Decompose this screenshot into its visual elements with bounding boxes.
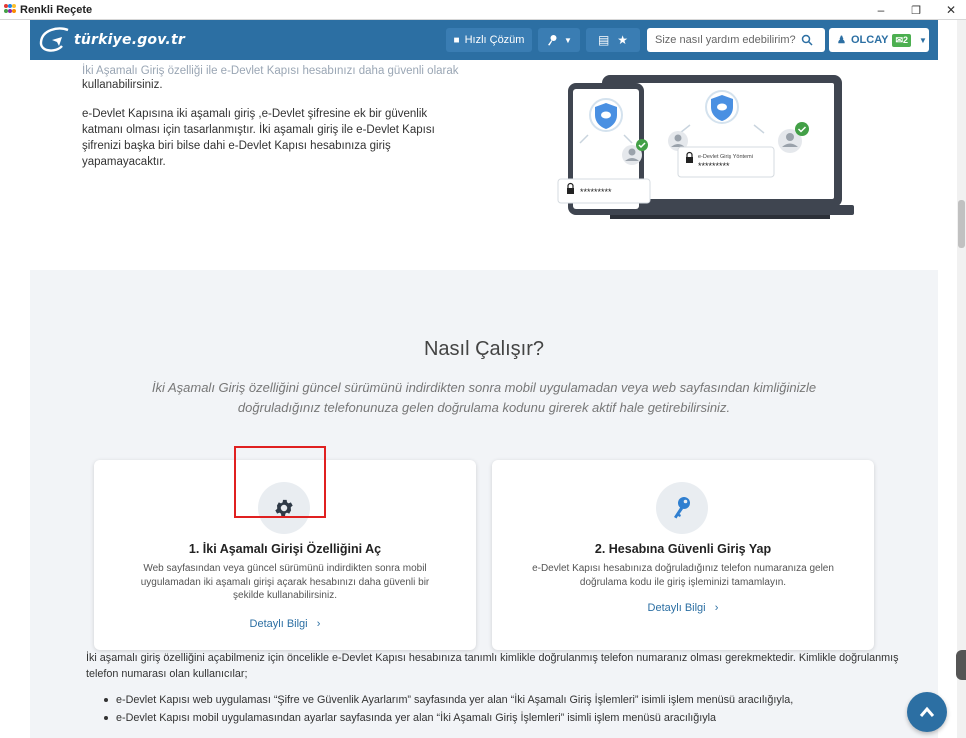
chevron-right-icon: › <box>708 602 719 614</box>
chevron-down-icon: ▼ <box>919 35 927 45</box>
search-box <box>647 28 825 52</box>
window-title: Renkli Reçete <box>20 3 93 16</box>
app-icon <box>4 4 16 15</box>
intro-line: kullanabilirsiniz. <box>82 79 163 91</box>
chevron-up-icon <box>919 706 935 717</box>
browser-viewport: İki Aşamalı Giriş özelliği ile e-Devlet … <box>0 20 966 738</box>
card-description: Web sayfasından veya güncel sürümünü ind… <box>140 563 430 601</box>
maximize-button[interactable]: ❐ <box>903 0 929 20</box>
side-feedback-tab[interactable] <box>956 650 966 680</box>
key-menu-button[interactable]: ▼ <box>538 28 580 52</box>
list-item: e-Devlet Kapısı mobil uygulamasından aya… <box>104 712 716 724</box>
list-item-text: e-Devlet Kapısı web uygulaması “Şifre ve… <box>116 694 794 706</box>
details-link-label: Detaylı Bilgi <box>647 602 706 614</box>
card-favorites-button[interactable]: ▤ ★ <box>586 28 640 52</box>
logo-text: türkiye.gov.tr <box>74 32 185 48</box>
bullet-icon <box>104 716 108 720</box>
section-subtitle: İki Aşamalı Giriş özelliğini güncel sürü… <box>151 380 817 415</box>
chat-icon: ■ <box>453 34 460 46</box>
laptop-login-label: e-Devlet Giriş Yöntemi <box>698 154 753 160</box>
minimize-button[interactable]: – <box>868 0 894 20</box>
key-icon <box>548 35 557 46</box>
step-card-login: 2. Hesabına Güvenli Giriş Yap e-Devlet K… <box>492 460 874 650</box>
chevron-down-icon: ▼ <box>564 35 572 45</box>
user-name: OLCAY <box>850 34 889 46</box>
scroll-to-top-button[interactable] <box>907 692 947 732</box>
illustration-graphic: e-Devlet Giriş Yöntemi ********* *******… <box>557 75 854 219</box>
chevron-right-icon: › <box>310 618 321 630</box>
card-title: 1. İki Aşamalı Girişi Özelliğini Aç <box>188 542 382 556</box>
scrollbar-thumb[interactable] <box>958 200 965 248</box>
intro-paragraph: e-Devlet Kapısına iki aşamalı giriş ,e-D… <box>82 108 435 168</box>
section-title: Nasıl Çalışır? <box>423 338 545 360</box>
site-header: türkiye.gov.tr ■ Hızlı Çözüm ▼ ▤ ★ ♟ OLC… <box>30 20 938 60</box>
two-factor-illustration: e-Devlet Giriş Yöntemi ********* *******… <box>510 75 870 255</box>
user-menu-button[interactable]: ♟ OLCAY ✉2 ▼ <box>829 28 929 52</box>
window-titlebar: Renkli Reçete – ❐ ✕ <box>0 0 966 20</box>
details-link[interactable]: Detaylı Bilgi › <box>492 602 874 614</box>
star-icon: ★ <box>617 33 629 47</box>
search-icon[interactable] <box>801 34 813 46</box>
details-link[interactable]: Detaylı Bilgi › <box>94 618 476 630</box>
close-button[interactable]: ✕ <box>938 0 964 20</box>
quick-solution-button[interactable]: ■ Hızlı Çözüm <box>446 28 532 52</box>
user-icon: ♟ <box>837 34 846 46</box>
message-badge: ✉2 <box>892 33 912 47</box>
requirements-paragraph: İki aşamalı giriş özelliğini açabilmeniz… <box>86 652 899 680</box>
page-content: İki Aşamalı Giriş özelliği ile e-Devlet … <box>30 20 938 738</box>
phone-password-dots: ********* <box>580 187 612 197</box>
id-card-icon: ▤ <box>597 33 610 47</box>
list-item-text: e-Devlet Kapısı mobil uygulamasından aya… <box>116 712 717 724</box>
list-item: e-Devlet Kapısı web uygulaması “Şifre ve… <box>104 694 793 706</box>
highlight-annotation <box>234 446 326 518</box>
card-title: 2. Hesabına Güvenli Giriş Yap <box>594 542 772 556</box>
laptop-password-dots: ********* <box>698 161 730 171</box>
card-description: e-Devlet Kapısı hesabınıza doğruladığını… <box>532 563 834 588</box>
details-link-label: Detaylı Bilgi <box>249 618 308 630</box>
quick-solution-label: Hızlı Çözüm <box>464 34 525 46</box>
bullet-icon <box>104 698 108 702</box>
key-icon <box>656 482 708 534</box>
vertical-scrollbar[interactable] <box>957 20 966 738</box>
logo-icon <box>39 27 69 52</box>
intro-faded-line: İki Aşamalı Giriş özelliği ile e-Devlet … <box>82 65 459 77</box>
site-logo[interactable]: türkiye.gov.tr <box>38 26 185 54</box>
search-input[interactable] <box>647 29 797 51</box>
